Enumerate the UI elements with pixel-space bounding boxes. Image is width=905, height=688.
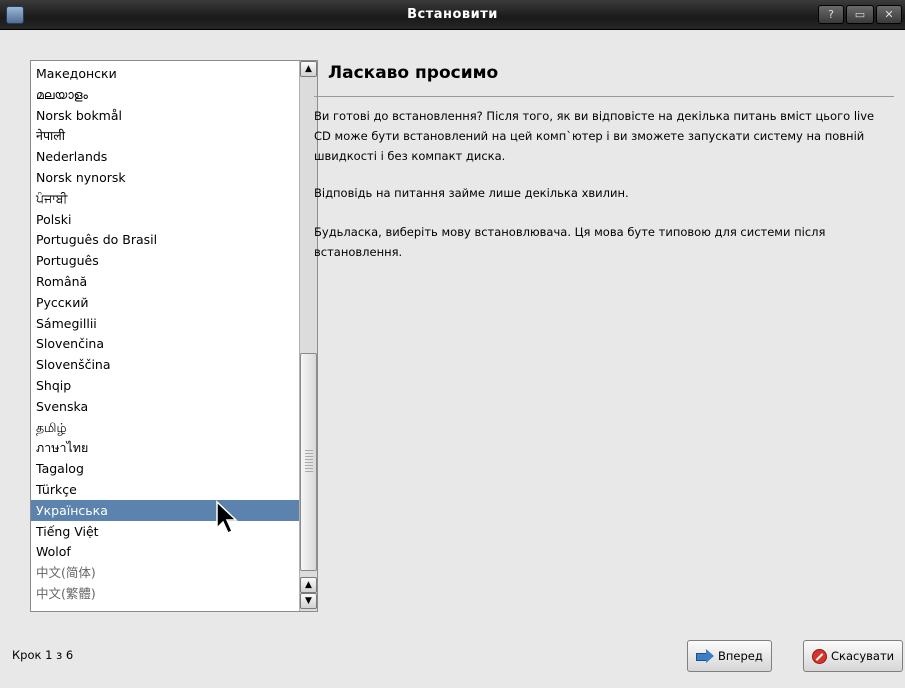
language-item[interactable]: Português: [31, 250, 299, 271]
language-item[interactable]: नेपाली: [31, 125, 299, 146]
help-button[interactable]: ?: [818, 5, 844, 24]
language-item[interactable]: Українська: [31, 499, 299, 521]
language-item[interactable]: Македонски: [31, 63, 299, 84]
mouse-pointer-icon: [216, 500, 238, 535]
language-item[interactable]: Norsk nynorsk: [31, 167, 299, 188]
window-titlebar: Встановити ? ▭ ✕: [0, 0, 905, 30]
language-item[interactable]: Polski: [31, 209, 299, 230]
language-item[interactable]: Slovenščina: [31, 354, 299, 375]
close-button[interactable]: ✕: [876, 5, 902, 24]
language-item[interactable]: Русский: [31, 292, 299, 313]
language-item[interactable]: Tiếng Việt: [31, 521, 299, 542]
language-choice-paragraph: Будьласка, виберіть мову встановлювача. …: [314, 225, 826, 259]
language-item[interactable]: ਪੰਜਾਬੀ: [31, 188, 299, 209]
scroll-up-button[interactable]: ▲: [300, 61, 317, 77]
language-item[interactable]: தமிழ்: [31, 417, 299, 438]
duration-paragraph: Відповідь на питання займе лише декілька…: [314, 186, 629, 200]
forward-button-label: Вперед: [718, 649, 763, 663]
language-item[interactable]: Svenska: [31, 396, 299, 417]
language-item[interactable]: Norsk bokmål: [31, 105, 299, 126]
language-item[interactable]: ภาษาไทย: [31, 437, 299, 458]
cancel-button[interactable]: Скасувати: [803, 640, 903, 672]
language-item[interactable]: Slovenčina: [31, 333, 299, 354]
heading-divider: [314, 96, 894, 97]
language-item[interactable]: Wolof: [31, 541, 299, 562]
scroll-down-button[interactable]: ▼: [300, 593, 317, 609]
language-item[interactable]: Português do Brasil: [31, 229, 299, 250]
language-item[interactable]: 中文(简体): [31, 562, 299, 583]
cancel-button-label: Скасувати: [831, 649, 895, 663]
language-list[interactable]: Македонски മലയാളം Norsk bokmål नेपाली Nederl…: [30, 60, 318, 612]
scroll-up-button-lower[interactable]: ▲: [300, 577, 317, 593]
language-item[interactable]: 中文(繁體): [31, 583, 299, 604]
scrollbar-grip: [305, 450, 313, 474]
forward-arrow-icon: [696, 649, 714, 663]
scrollbar-thumb[interactable]: [300, 353, 317, 571]
language-item[interactable]: Nederlands: [31, 146, 299, 167]
language-item[interactable]: Türkçe: [31, 479, 299, 500]
step-indicator: Крок 1 з 6: [12, 648, 74, 662]
intro-paragraph: Ви готові до встановлення? Після того, я…: [314, 109, 875, 163]
language-item[interactable]: മലയാളം: [31, 84, 299, 105]
language-item[interactable]: Sámegillii: [31, 313, 299, 334]
window-title: Встановити: [407, 7, 498, 22]
language-item[interactable]: Tagalog: [31, 458, 299, 479]
cancel-icon: [812, 648, 827, 664]
page-title: Ласкаво просимо: [328, 63, 499, 83]
forward-button[interactable]: Вперед: [687, 640, 772, 672]
language-item[interactable]: Shqip: [31, 375, 299, 396]
language-item[interactable]: Română: [31, 271, 299, 292]
maximize-button[interactable]: ▭: [846, 5, 874, 24]
